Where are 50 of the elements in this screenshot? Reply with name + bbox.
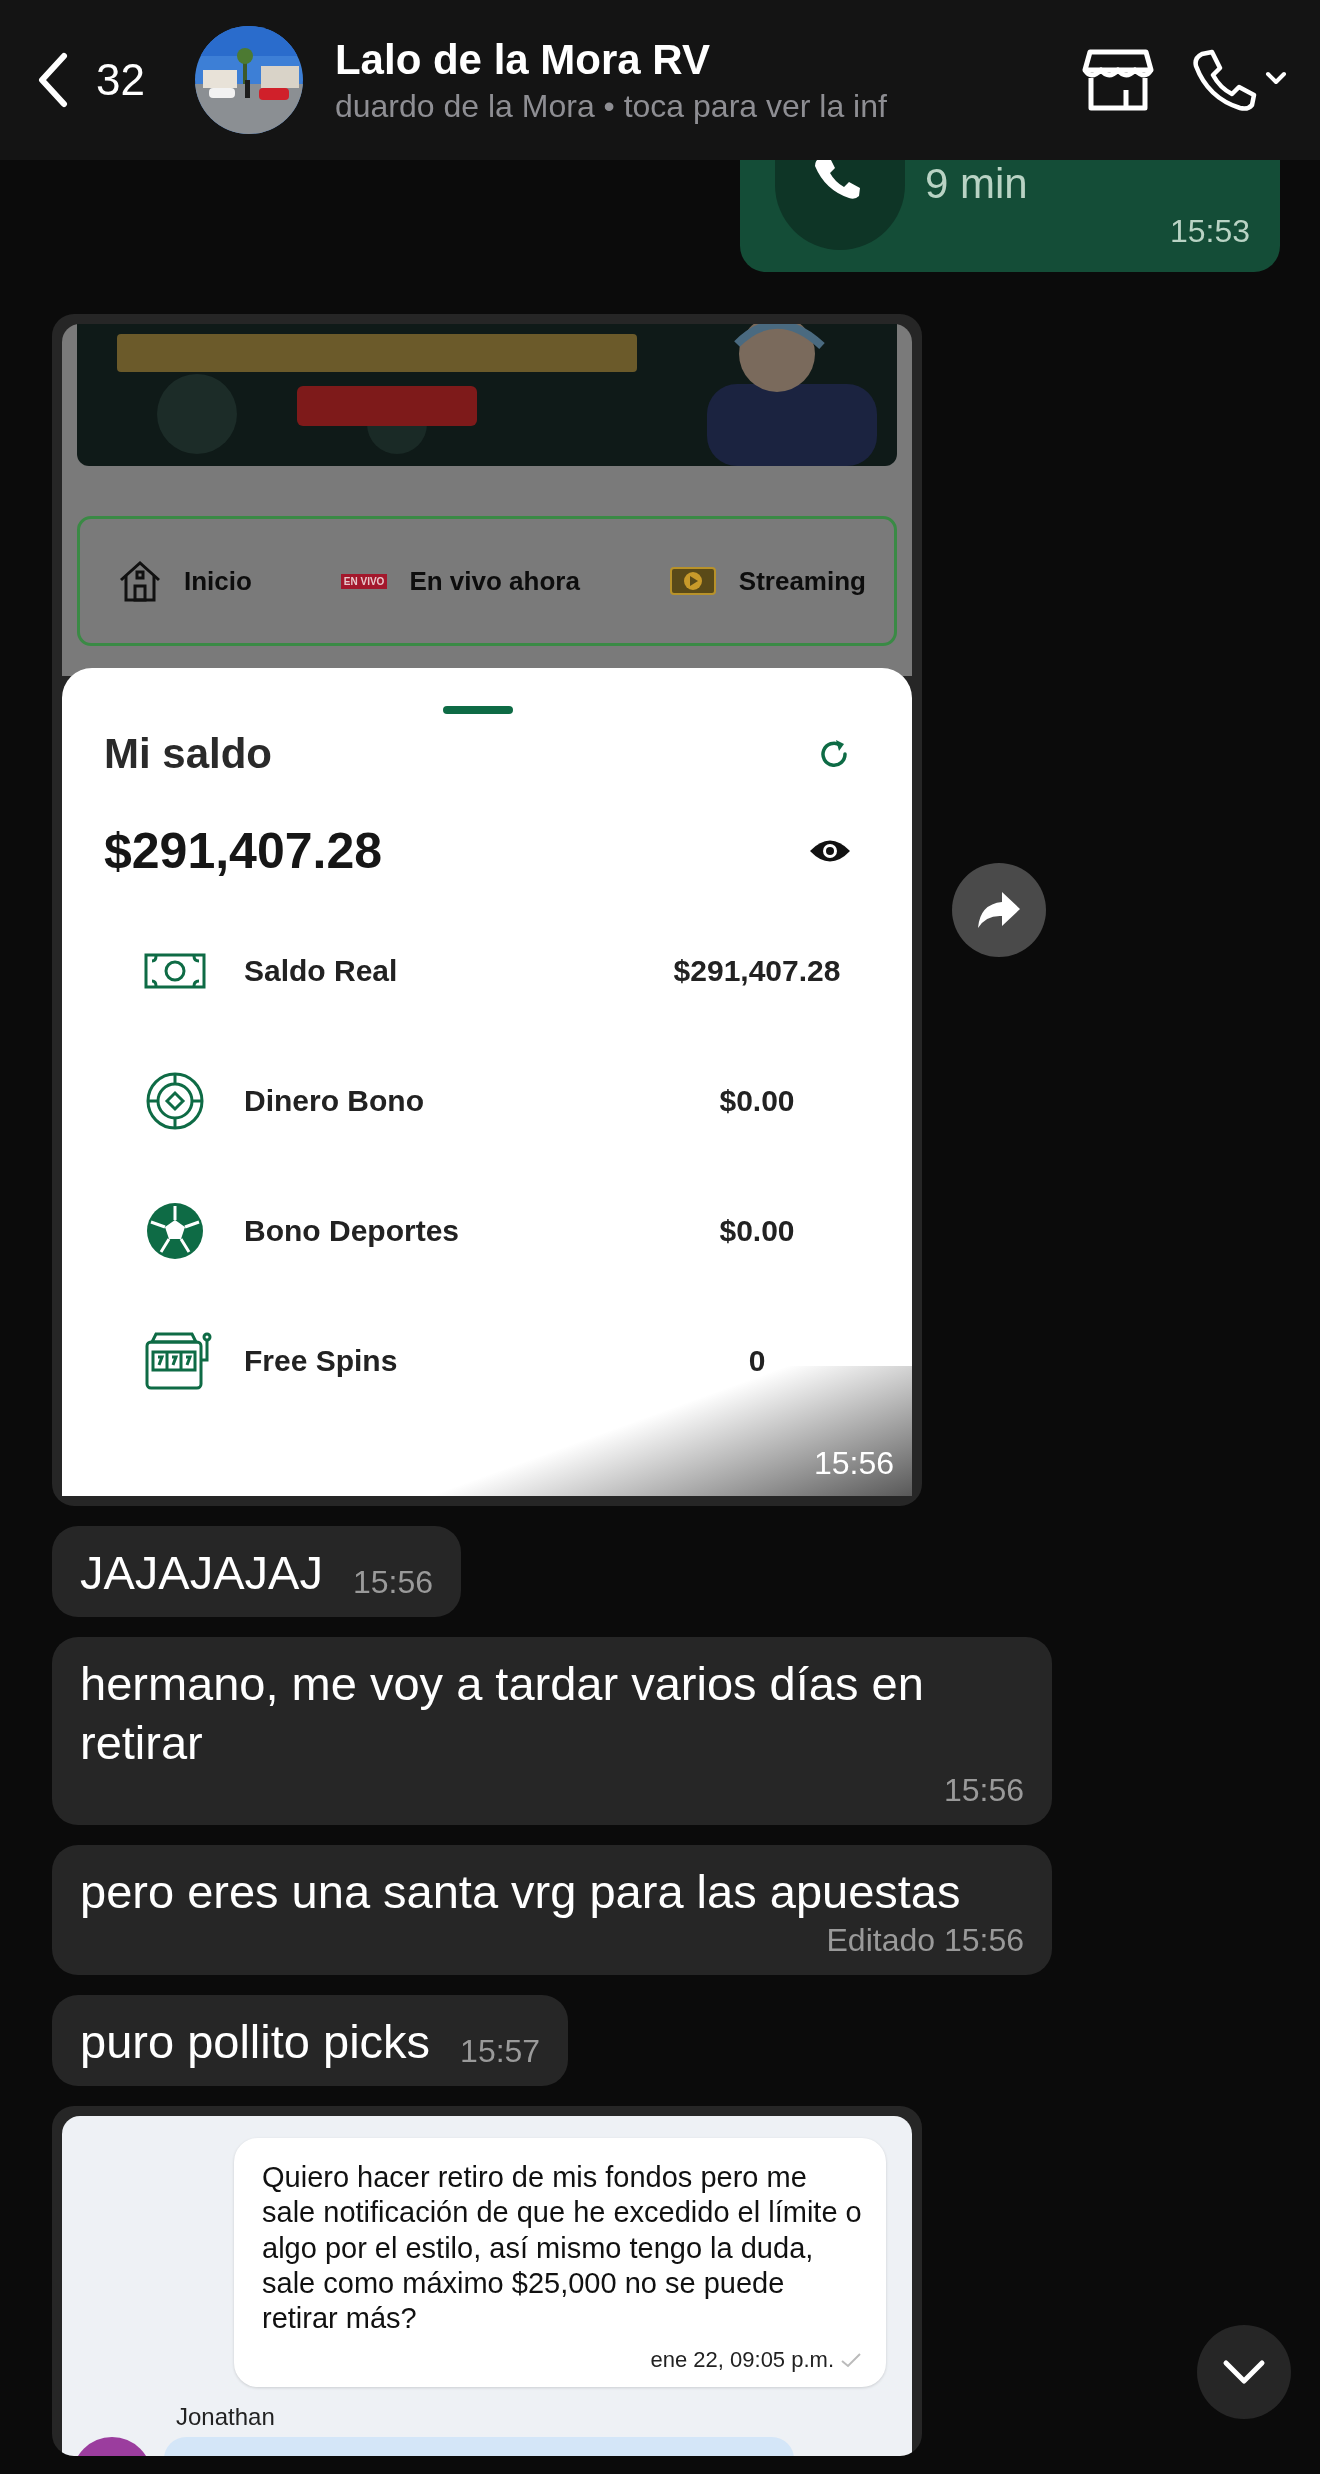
sheet-title: Mi saldo: [104, 730, 273, 778]
store-icon[interactable]: [1082, 48, 1154, 112]
message-time: 15:53: [1169, 213, 1250, 250]
balance-value: $0.00: [718, 1084, 796, 1118]
forward-icon: [976, 890, 1022, 930]
balance-value: $0.00: [718, 1214, 796, 1248]
contact-name[interactable]: Lalo de la Mora RV: [334, 35, 985, 84]
call-duration: 9 min: [925, 160, 1028, 208]
roulette-icon: [144, 1070, 206, 1132]
message-time: 15:57: [460, 2032, 541, 2070]
banknote-icon: [144, 951, 206, 991]
message-bubble[interactable]: hermano, me voy a tardar varios días en retirar 15:56: [52, 1636, 1052, 1826]
image-message[interactable]: [52, 2105, 922, 2456]
message-bubble[interactable]: puro pollito picks 15:57: [52, 1995, 569, 2086]
message-time: ene 22, 09:05 p.m.: [650, 2346, 834, 2373]
message-bubble[interactable]: pero eres una santa vrg para las apuestas Editado 15:56: [52, 1845, 1052, 1975]
message-time: Editado 15:56: [826, 1922, 1024, 1959]
balance-label: Free Spins: [244, 1344, 399, 1378]
live-badge: EN VIVO: [340, 573, 388, 589]
check-icon: [840, 2351, 862, 2368]
balance-label: Saldo Real: [244, 954, 399, 988]
nav-item[interactable]: EN VIVO En vivo ahora: [340, 565, 580, 597]
call-bubble[interactable]: 9 min 15:53: [740, 160, 1280, 272]
image-message[interactable]: Inicio EN VIVO En vivo ahora Streaming Mi saldo $291,407.28 Saldo Real $291,407.28 Dinero Bono $0.00 Bono Deportes $0.00 Free Spins 0 15:56: [52, 314, 922, 1506]
sheet-handle[interactable]: [443, 706, 513, 714]
slot-machine-icon: [144, 1330, 212, 1392]
home-icon: [118, 560, 162, 602]
back-button[interactable]: 32: [36, 52, 145, 108]
back-icon: [36, 52, 70, 108]
balance-value: $291,407.28: [672, 954, 842, 988]
message-bubble[interactable]: JAJAJAJAJ 15:56: [52, 1526, 461, 1617]
play-icon: [668, 566, 717, 596]
balance-label: Bono Deportes: [244, 1214, 460, 1248]
balance-value: 0: [747, 1344, 767, 1378]
balance-label: Dinero Bono: [244, 1084, 425, 1118]
message-text: Quiero hacer retiro de mis fondos pero me sale notificación de que he excedido el límite o algo por el estilo, así mismo tengo la duda, sale como máximo $25,000 no se puede retirar más?: [262, 2159, 862, 2337]
chevron-down-icon: [1222, 2359, 1266, 2385]
nav-item[interactable]: Streaming: [668, 565, 866, 597]
soccer-ball-icon: [144, 1200, 206, 1262]
balance-amount: $291,407.28: [104, 822, 383, 880]
sender-name: Jonathan: [176, 2402, 276, 2431]
contact-subtitle[interactable]: duardo de la Mora • toca para ver la inf: [334, 87, 985, 125]
message-time: 15:56: [943, 1772, 1024, 1810]
nav-item[interactable]: Inicio: [118, 560, 252, 602]
message-text: pero eres una santa vrg para las apuestas: [80, 1864, 961, 1921]
message-text: JAJAJAJAJ: [80, 1545, 323, 1601]
message-time: 15:56: [352, 1563, 433, 1601]
message-time: 15:56: [813, 1445, 894, 1482]
message-text: puro pollito picks: [80, 2014, 431, 2070]
message-text: hermano, me voy a tardar varios días en retirar: [80, 1655, 925, 1771]
